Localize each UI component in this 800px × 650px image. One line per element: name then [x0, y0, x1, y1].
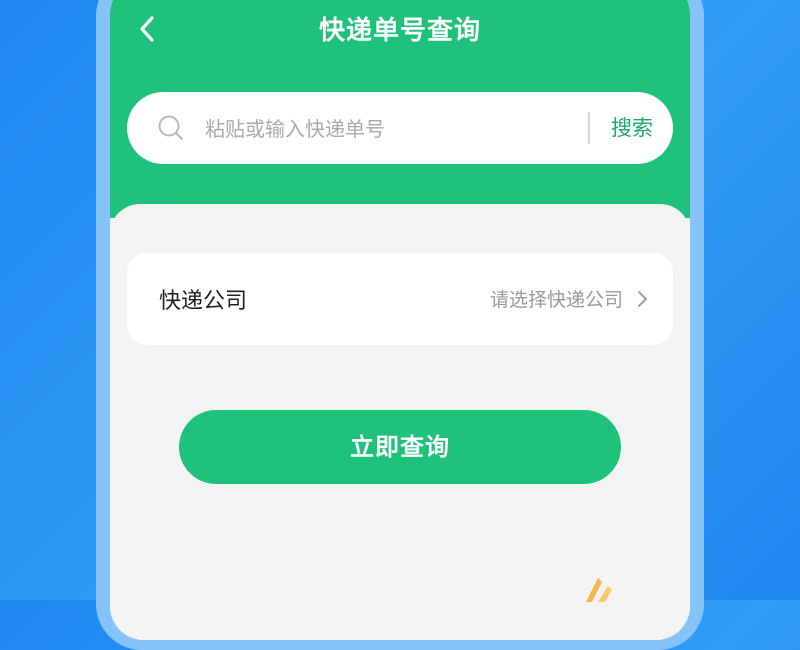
search-bar: 搜索	[127, 92, 673, 164]
search-icon	[158, 115, 183, 140]
courier-company-label: 快递公司	[159, 289, 248, 314]
courier-company-selector[interactable]: 快递公司 请选择快递公司	[127, 253, 673, 345]
search-button[interactable]: 搜索	[601, 110, 663, 146]
search-input[interactable]	[203, 110, 567, 148]
search-divider	[588, 112, 590, 144]
header: 快递单号查询 搜索	[110, 0, 690, 218]
courier-company-value: 请选择快递公司	[489, 289, 623, 311]
page-title: 快递单号查询	[318, 16, 481, 46]
content-panel: 快递公司 请选择快递公司 立即查询	[110, 204, 690, 640]
package-decoration-icon	[586, 578, 612, 602]
app-screen: 快递单号查询 搜索 快递公司 请选择快递公司 立即查询	[110, 0, 690, 640]
query-now-button[interactable]: 立即查询	[179, 410, 621, 484]
chevron-right-icon	[638, 291, 647, 307]
